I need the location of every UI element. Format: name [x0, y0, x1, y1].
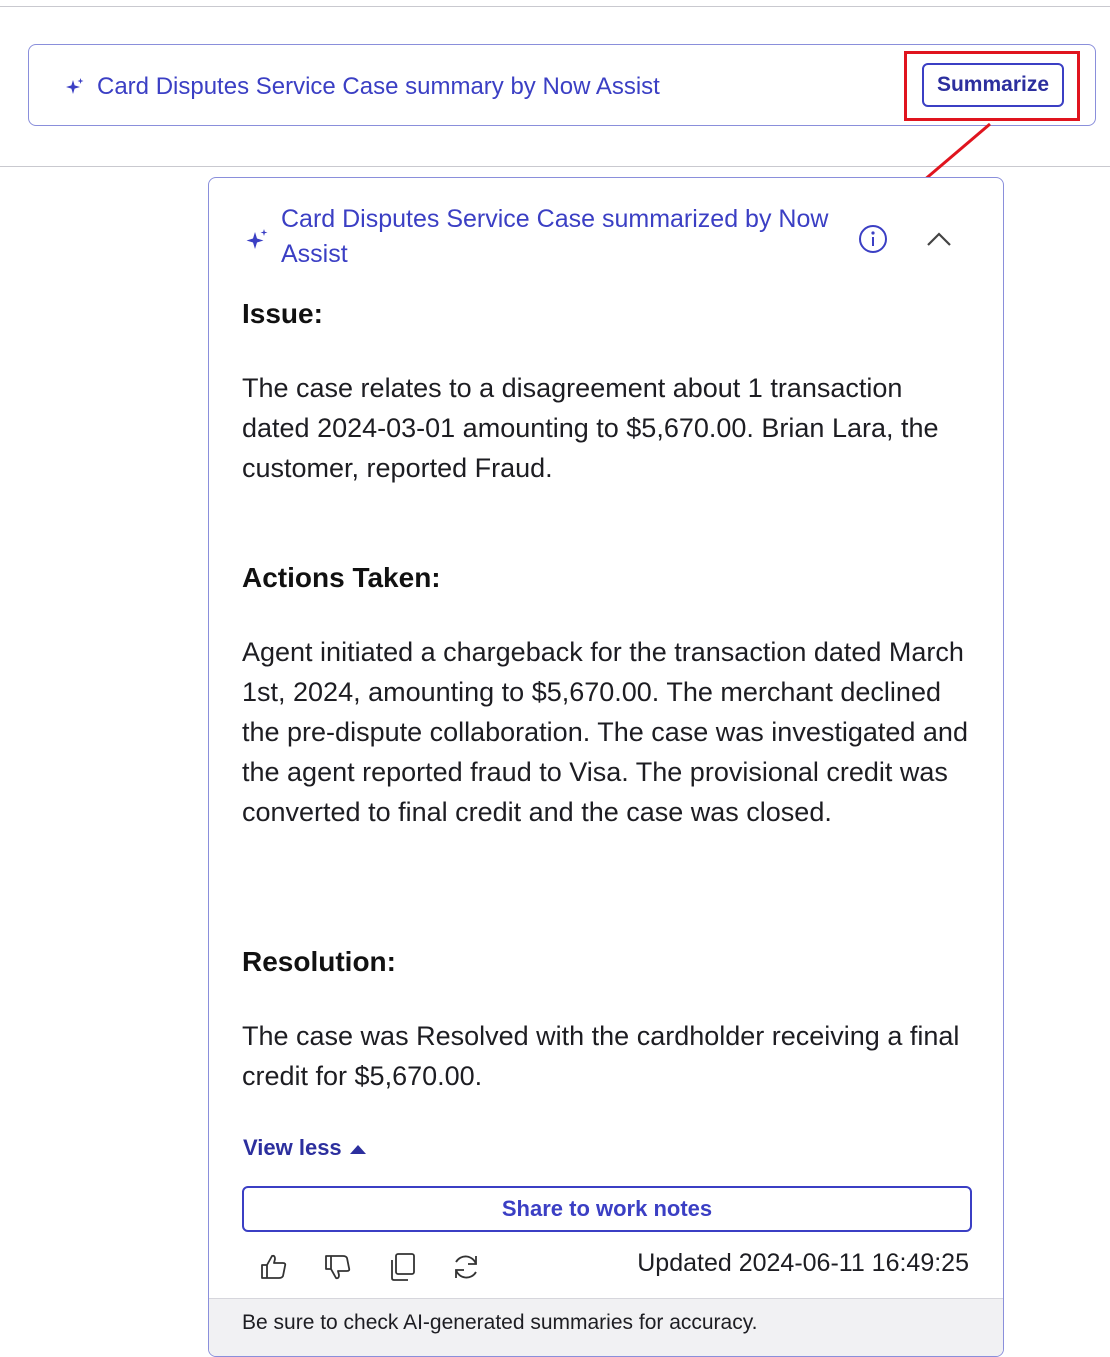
summary-card: Card Disputes Service Case summarized by… — [208, 177, 1004, 1357]
section-heading-resolution: Resolution: — [242, 946, 396, 977]
disclaimer-text: Be sure to check AI-generated summaries … — [242, 1311, 758, 1334]
caret-up-icon — [349, 1144, 366, 1154]
copy-icon[interactable] — [385, 1250, 419, 1284]
banner-title: Card Disputes Service Case summary by No… — [97, 73, 660, 100]
section-text-issue: The case relates to a disagreement about… — [242, 373, 939, 483]
thumbs-down-icon[interactable] — [321, 1250, 355, 1284]
view-less-link[interactable]: View less — [243, 1135, 366, 1161]
info-icon[interactable] — [857, 223, 889, 255]
disclaimer-footer: Be sure to check AI-generated summaries … — [209, 1298, 1003, 1356]
section-text-resolution: The case was Resolved with the cardholde… — [242, 1021, 960, 1091]
section-heading-issue: Issue: — [242, 298, 323, 329]
updated-timestamp: Updated 2024-06-11 16:49:25 — [637, 1249, 969, 1277]
thumbs-up-icon[interactable] — [257, 1250, 291, 1284]
refresh-icon[interactable] — [449, 1250, 483, 1284]
section-text-actions: Agent initiated a chargeback for the tra… — [242, 637, 968, 827]
card-title: Card Disputes Service Case summarized by… — [281, 205, 829, 268]
summarize-button[interactable]: Summarize — [922, 63, 1064, 107]
sparkle-icon — [66, 78, 84, 94]
share-to-work-notes-button[interactable]: Share to work notes — [242, 1186, 972, 1232]
sparkle-icon — [246, 229, 268, 249]
top-divider — [0, 6, 1110, 7]
chevron-up-icon[interactable] — [923, 224, 955, 254]
section-divider — [0, 166, 1110, 167]
section-heading-actions: Actions Taken: — [242, 562, 441, 593]
view-less-label: View less — [243, 1135, 342, 1160]
